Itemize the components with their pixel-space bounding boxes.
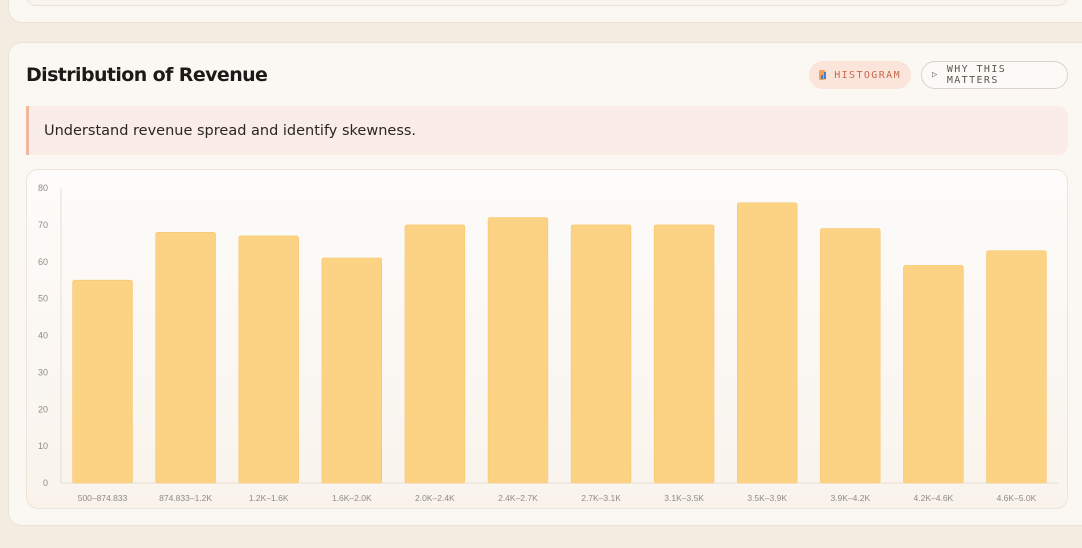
x-tick-label: 3.1K–3.5K <box>664 493 704 503</box>
x-tick-label: 4.2K–4.6K <box>914 493 954 503</box>
x-tick-label: 3.5K–3.9K <box>747 493 787 503</box>
y-tick-label: 60 <box>38 257 48 267</box>
histogram-bar <box>903 265 964 484</box>
y-tick-label: 20 <box>38 404 48 414</box>
y-tick-label: 70 <box>38 220 48 230</box>
x-tick-label: 4.6K–5.0K <box>997 493 1037 503</box>
x-tick-label: 2.7K–3.1K <box>581 493 621 503</box>
y-tick-label: 0 <box>43 478 48 488</box>
histogram-bar <box>238 235 299 484</box>
histogram-bar <box>404 224 466 484</box>
histogram-chart: 0 10 20 30 40 50 60 70 80 500–874.833 874.833–1.2K… <box>38 183 1058 503</box>
histogram-bar <box>570 224 632 484</box>
histogram-bar <box>487 217 549 484</box>
y-tick-label: 10 <box>38 441 48 451</box>
x-tick-label: 3.9K–4.2K <box>830 493 870 503</box>
y-tick-label: 30 <box>38 367 48 377</box>
histogram-bar <box>986 250 1047 484</box>
histogram-bar <box>155 231 216 484</box>
y-tick-label: 40 <box>38 331 48 341</box>
x-tick-label: 874.833–1.2K <box>159 493 212 503</box>
x-tick-label: 500–874.833 <box>78 493 128 503</box>
x-tick-label: 2.0K–2.4K <box>415 493 455 503</box>
histogram-bar <box>72 279 133 484</box>
y-tick-label: 80 <box>38 183 48 193</box>
x-tick-label: 1.6K–2.0K <box>332 493 372 503</box>
histogram-bar <box>820 228 881 484</box>
histogram-bar <box>321 257 383 484</box>
y-tick-label: 50 <box>38 294 48 304</box>
x-tick-label: 1.2K–1.6K <box>249 493 289 503</box>
histogram-bar <box>736 202 798 484</box>
x-tick-label: 2.4K–2.7K <box>498 493 538 503</box>
histogram-bar <box>653 224 715 484</box>
